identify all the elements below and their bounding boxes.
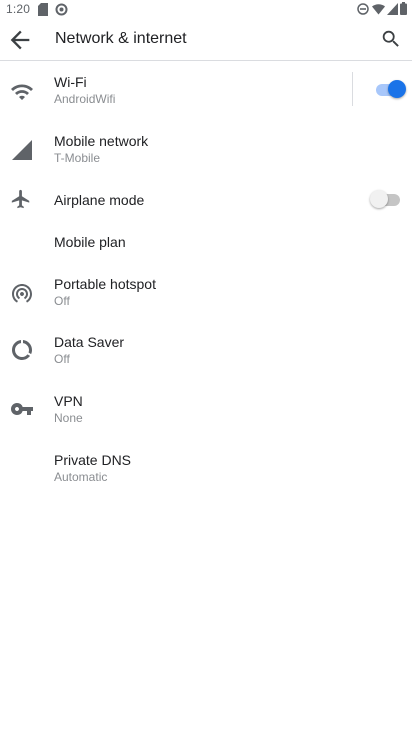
vpn-row[interactable]: VPN None	[0, 383, 412, 437]
page-title: Network & internet	[55, 30, 187, 47]
sd-card-icon	[38, 3, 48, 16]
app-bar-divider	[0, 60, 412, 61]
data-saver-title: Data Saver	[54, 334, 125, 350]
battery-icon	[400, 2, 407, 15]
airplane-icon	[10, 188, 34, 212]
mobile-plan-row[interactable]: Mobile plan	[0, 222, 412, 262]
mobile-network-subtitle: T-Mobile	[54, 151, 101, 165]
mobile-plan-title: Mobile plan	[54, 234, 126, 250]
vpn-subtitle: None	[54, 411, 83, 425]
mobile-network-row[interactable]: Mobile network T-Mobile	[0, 122, 412, 176]
mobile-network-title: Mobile network	[54, 133, 149, 149]
status-bar: 1:20	[0, 0, 412, 20]
airplane-toggle-thumb	[370, 190, 388, 208]
search-button[interactable]	[380, 28, 404, 52]
wifi-toggle-thumb	[388, 80, 406, 98]
wifi-icon	[10, 80, 34, 104]
hotspot-icon	[10, 281, 34, 305]
sync-icon	[55, 3, 68, 16]
wifi-divider	[352, 72, 353, 106]
wifi-row[interactable]: Wi-Fi AndroidWifi	[0, 64, 412, 118]
airplane-mode-toggle[interactable]	[370, 190, 400, 210]
data-saver-icon	[10, 338, 34, 362]
airplane-mode-row[interactable]: Airplane mode	[0, 180, 412, 220]
cellular-signal-icon	[10, 138, 34, 162]
app-bar: Network & internet	[0, 20, 412, 60]
private-dns-row[interactable]: Private DNS Automatic	[0, 442, 412, 496]
private-dns-title: Private DNS	[54, 452, 132, 468]
wifi-subtitle: AndroidWifi	[54, 92, 116, 106]
portable-hotspot-row[interactable]: Portable hotspot Off	[0, 266, 412, 320]
data-saver-subtitle: Off	[54, 352, 70, 366]
vpn-key-icon	[10, 397, 34, 421]
status-time: 1:20	[6, 2, 31, 16]
signal-status-icon	[387, 3, 398, 15]
portable-hotspot-title: Portable hotspot	[54, 276, 156, 292]
vpn-title: VPN	[54, 393, 83, 409]
wifi-toggle[interactable]	[376, 80, 406, 100]
search-icon	[382, 30, 399, 47]
private-dns-subtitle: Automatic	[54, 470, 108, 484]
wifi-status-icon	[372, 3, 385, 15]
airplane-mode-title: Airplane mode	[54, 192, 145, 208]
arrow-back-icon	[10, 30, 30, 50]
wifi-title: Wi-Fi	[54, 74, 87, 90]
portable-hotspot-subtitle: Off	[54, 294, 70, 308]
do-not-disturb-icon	[357, 3, 369, 15]
data-saver-row[interactable]: Data Saver Off	[0, 324, 412, 378]
back-button[interactable]	[6, 26, 34, 54]
